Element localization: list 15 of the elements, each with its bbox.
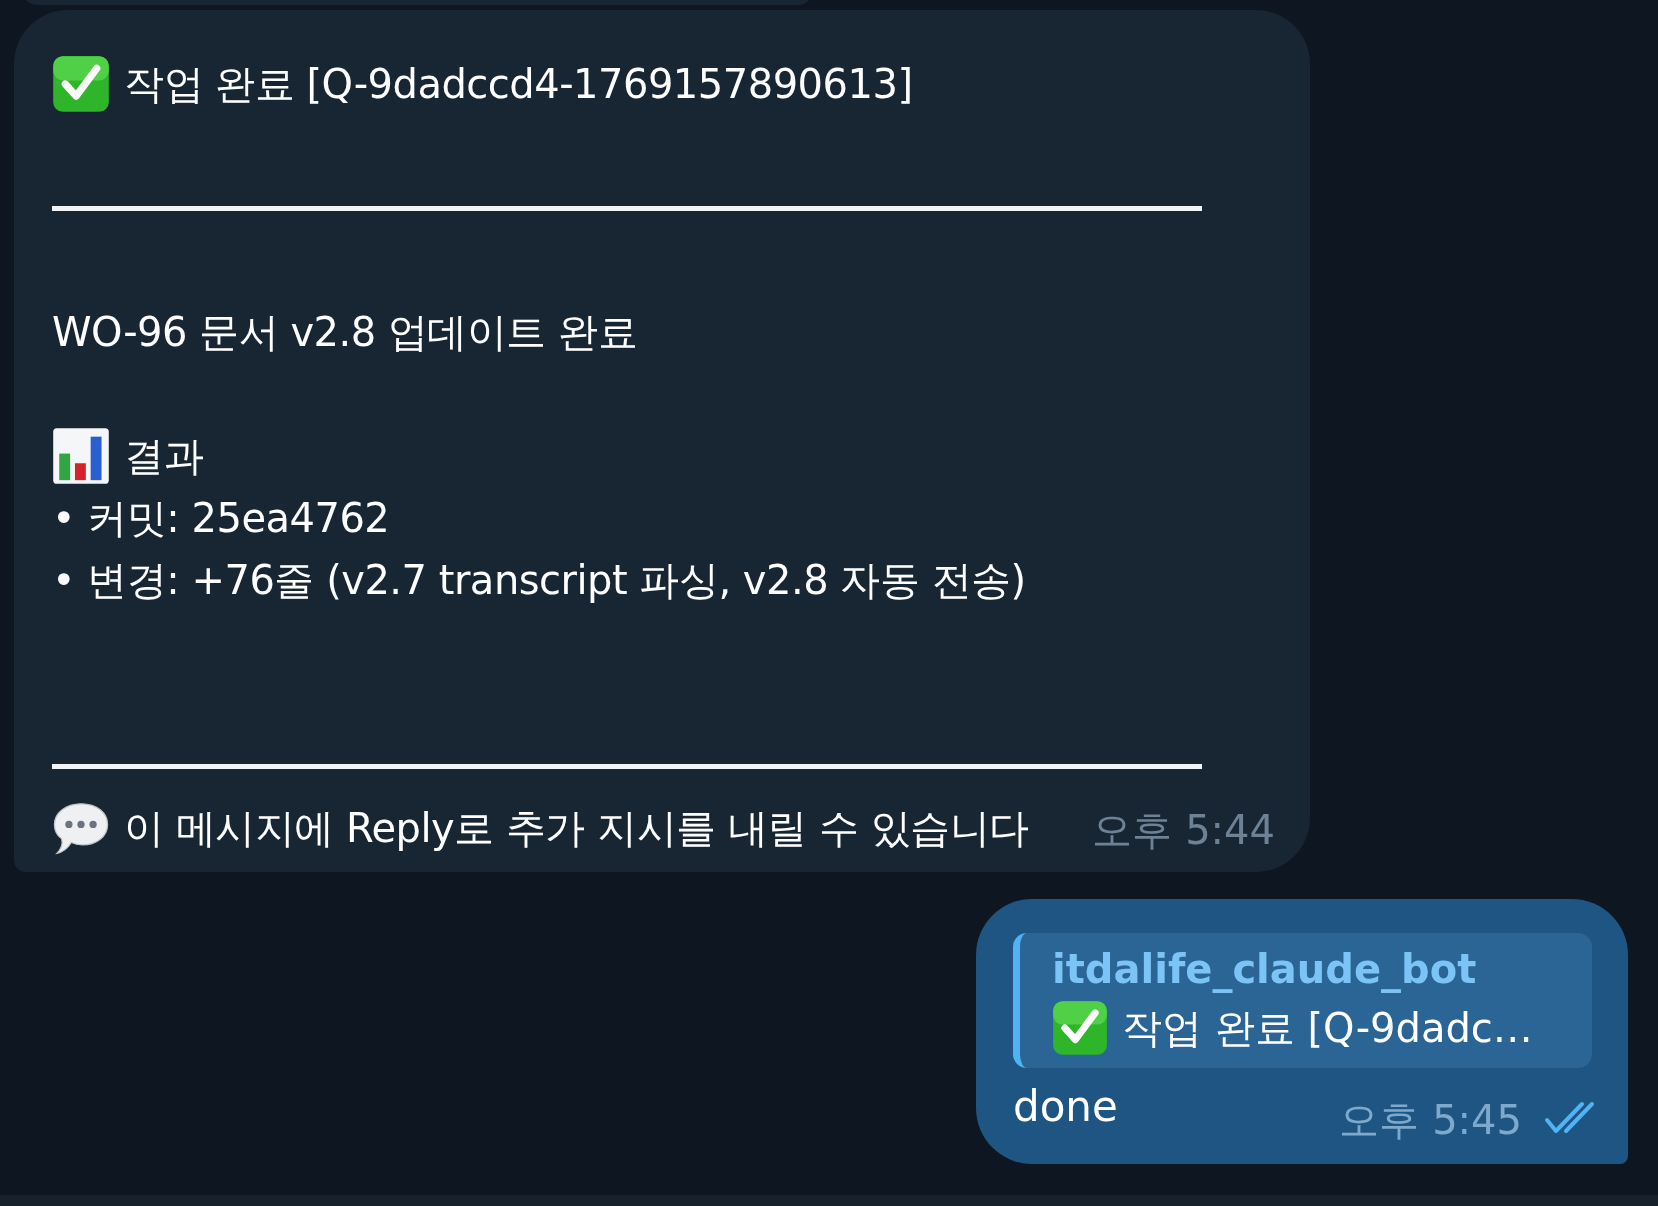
message-text: 이 메시지에 Reply로 추가 지시를 내릴 수 있습니다	[124, 804, 1029, 853]
message-text: • 커밋: 25ea4762	[52, 494, 390, 543]
reply-quote[interactable]: itdalife_claude_bot 작업 완료 [Q-9dadc…	[1013, 933, 1592, 1068]
message-text: WO-96 문서 v2.8 업데이트 완료	[52, 308, 638, 357]
message-time: 오후 5:45	[1339, 1096, 1522, 1145]
bar-chart-icon	[52, 427, 110, 485]
reply-text: 작업 완료 [Q-9dadc…	[1122, 1004, 1533, 1053]
check-icon	[1052, 1000, 1108, 1056]
message-text: 작업 완료 [Q-9dadccd4-1769157890613]	[124, 60, 913, 109]
reply-author: itdalife_claude_bot	[1052, 945, 1478, 995]
check-icon	[52, 55, 110, 113]
message-text: done	[1013, 1081, 1118, 1133]
message-text: 결과	[124, 432, 203, 481]
message-time: 오후 5:44	[1092, 806, 1275, 855]
message-text: • 변경: +76줄 (v2.7 transcript 파싱, v2.8 자동 전송)	[52, 556, 1026, 605]
